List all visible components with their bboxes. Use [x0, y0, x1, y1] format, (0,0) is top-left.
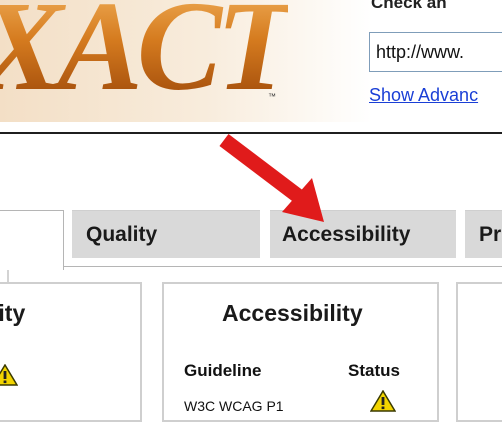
check-url-heading: Check an	[371, 0, 447, 12]
show-advanced-link[interactable]: Show Advanc	[369, 85, 478, 106]
warning-icon	[370, 390, 396, 412]
accessibility-panel: Accessibility Guideline Status W3C WCAG …	[162, 282, 439, 422]
next-panel	[456, 282, 502, 422]
red-arrow-icon	[219, 134, 324, 222]
app-logo: XACT	[0, 0, 294, 110]
tab-baseline	[64, 266, 502, 267]
tab-quality-label: Quality	[86, 222, 158, 246]
tab-overview[interactable]	[0, 210, 64, 270]
guideline-row[interactable]: W3C WCAG P1	[184, 398, 284, 414]
guideline-column-header: Guideline	[184, 361, 262, 380]
trademark: ™	[268, 92, 276, 101]
quality-summary-panel: lity	[0, 282, 142, 422]
quality-panel-title: lity	[0, 300, 26, 326]
tab-next-label: Pr	[479, 222, 502, 246]
url-input[interactable]: http://www.	[369, 32, 502, 72]
warning-icon	[0, 364, 18, 386]
tab-next[interactable]: Pr	[465, 210, 502, 258]
logo-banner: XACT ™	[0, 0, 372, 122]
accessibility-panel-title: Accessibility	[222, 300, 363, 326]
status-column-header: Status	[348, 361, 400, 380]
